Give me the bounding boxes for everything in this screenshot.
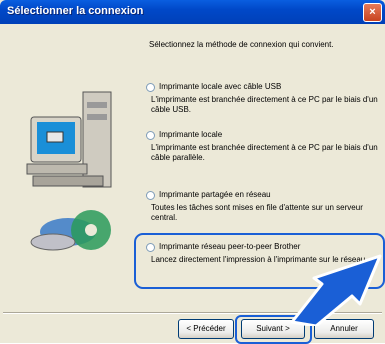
radio-button[interactable] — [146, 83, 155, 92]
option-label[interactable]: Imprimante locale — [159, 130, 222, 139]
option-label[interactable]: Imprimante locale avec câble USB — [159, 82, 281, 91]
option-description: L'imprimante est branchée directement à … — [151, 143, 378, 162]
window-title: Sélectionner la connexion — [7, 5, 144, 17]
pointer-arrow-icon — [290, 254, 382, 326]
close-icon: × — [369, 6, 376, 18]
option-description: Toutes les tâches sont mises en file d'a… — [151, 203, 363, 222]
radio-button[interactable] — [146, 131, 155, 140]
instruction-text: Sélectionnez la méthode de connexion qui… — [149, 40, 334, 49]
option-description: L'imprimante est branchée directement à … — [151, 95, 378, 114]
computer-illustration-icon — [26, 91, 112, 251]
close-button[interactable]: × — [363, 3, 382, 22]
title-bar[interactable]: Sélectionner la connexion × — [0, 0, 385, 24]
back-button[interactable]: < Précéder — [178, 319, 234, 339]
option-label[interactable]: Imprimante partagée en réseau — [159, 190, 271, 199]
dialog-window: Sélectionner la connexion × Sélectionnez… — [0, 0, 385, 344]
radio-button[interactable] — [146, 191, 155, 200]
